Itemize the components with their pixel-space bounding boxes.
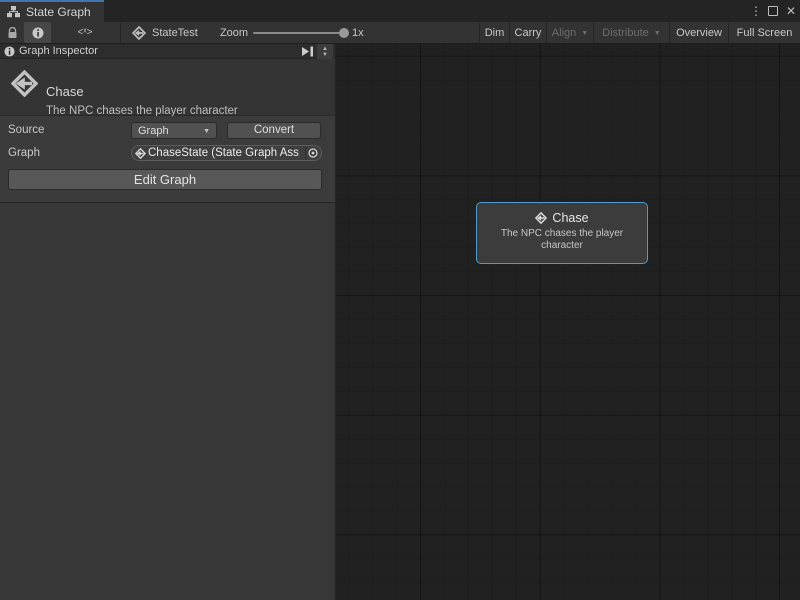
state-icon bbox=[11, 70, 38, 97]
graph-object-value: ChaseState (State Graph Ass bbox=[148, 147, 305, 159]
node-title: Chase bbox=[46, 84, 84, 99]
maximize-icon[interactable] bbox=[768, 6, 778, 16]
graph-canvas[interactable]: Chase The NPC chases the player characte… bbox=[336, 44, 800, 600]
lock-button[interactable] bbox=[2, 22, 22, 43]
node-description: The NPC chases the player character bbox=[487, 228, 637, 252]
scroll-down-icon[interactable]: ▼ bbox=[322, 52, 328, 58]
chase-state-node[interactable]: Chase The NPC chases the player characte… bbox=[476, 202, 648, 264]
tab-state-graph[interactable]: State Graph bbox=[0, 0, 104, 22]
inspector-empty-area bbox=[0, 202, 335, 600]
script-graph-button[interactable]: <ˣ> bbox=[68, 22, 102, 43]
inspector-toggle-button[interactable] bbox=[24, 22, 51, 43]
graph-toolbar: <ˣ> StateTest Zoom 1x Dim Carry bbox=[0, 22, 800, 44]
carry-button[interactable]: Carry bbox=[510, 22, 546, 43]
full-screen-button[interactable]: Full Screen bbox=[729, 22, 800, 43]
convert-button[interactable]: Convert bbox=[227, 122, 321, 139]
collapse-panel-button[interactable] bbox=[299, 45, 315, 58]
tab-label: State Graph bbox=[26, 5, 91, 19]
graph-object-field[interactable]: ChaseState (State Graph Ass bbox=[131, 145, 322, 161]
chevron-down-icon: ▼ bbox=[654, 30, 661, 37]
tab-bar: State Graph ⋮ ✕ bbox=[0, 0, 800, 22]
unity-window: State Graph ⋮ ✕ <ˣ> bbox=[0, 0, 800, 600]
info-icon bbox=[4, 46, 15, 57]
graph-name-label: StateTest bbox=[152, 27, 198, 39]
graph-label: Graph bbox=[8, 147, 40, 159]
edit-graph-button[interactable]: Edit Graph bbox=[8, 169, 322, 190]
chevron-down-icon: ▼ bbox=[581, 30, 588, 37]
window-menu-icon[interactable]: ⋮ bbox=[750, 4, 760, 18]
state-icon bbox=[135, 148, 146, 159]
panel-scroll-spinner[interactable]: ▲ ▼ bbox=[317, 44, 333, 59]
state-icon bbox=[132, 26, 146, 40]
code-graph-icon: <ˣ> bbox=[78, 27, 93, 38]
zoom-slider[interactable] bbox=[253, 22, 353, 43]
zoom-label: Zoom bbox=[218, 22, 250, 43]
object-picker-icon bbox=[308, 148, 318, 158]
chevron-down-icon: ▼ bbox=[203, 128, 210, 135]
node-summary: Chase The NPC chases the player characte… bbox=[0, 59, 335, 116]
toolbar-separator bbox=[120, 22, 121, 43]
pin-panel-icon bbox=[301, 46, 314, 57]
graph-inspector-panel: Graph Inspector ▲ ▼ Chase Th bbox=[0, 44, 335, 600]
distribute-button: Distribute ▼ bbox=[594, 22, 669, 43]
graph-asset-breadcrumb[interactable]: StateTest bbox=[132, 22, 204, 43]
source-dropdown[interactable]: Graph ▼ bbox=[131, 122, 217, 139]
align-button: Align ▼ bbox=[547, 22, 593, 43]
window-controls: ⋮ ✕ bbox=[750, 0, 796, 22]
dim-button[interactable]: Dim bbox=[480, 22, 509, 43]
graph-properties: Source Graph ▼ Convert Graph ChaseState … bbox=[0, 116, 335, 202]
info-icon bbox=[32, 27, 44, 39]
state-graph-tab-icon bbox=[7, 6, 20, 18]
lock-icon bbox=[7, 27, 18, 39]
node-title-row: Chase bbox=[477, 211, 647, 225]
inspector-title: Graph Inspector bbox=[19, 44, 98, 59]
zoom-slider-track[interactable] bbox=[253, 32, 341, 34]
state-icon bbox=[535, 212, 547, 224]
node-title: Chase bbox=[552, 211, 588, 225]
object-picker-button[interactable] bbox=[305, 146, 319, 160]
graph-inspector-header: Graph Inspector ▲ ▼ bbox=[0, 44, 335, 59]
close-icon[interactable]: ✕ bbox=[786, 4, 796, 18]
overview-button[interactable]: Overview bbox=[670, 22, 728, 43]
zoom-slider-handle[interactable] bbox=[339, 28, 349, 38]
zoom-value: 1x bbox=[352, 22, 372, 43]
source-label: Source bbox=[8, 124, 44, 136]
